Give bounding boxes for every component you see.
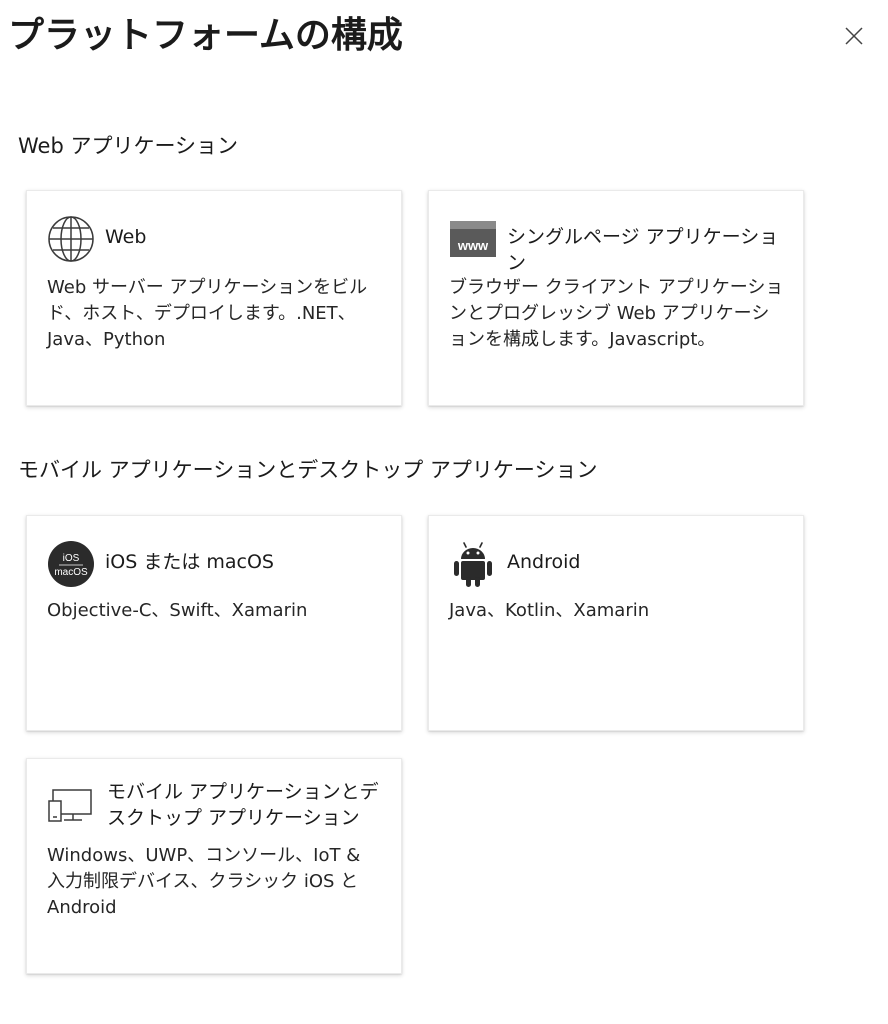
card-title: モバイル アプリケーションとデスクトップ アプリケーション (107, 781, 379, 829)
card-title: シングルページ アプリケーション (507, 226, 779, 274)
desktop-icon (48, 789, 92, 822)
close-icon (845, 27, 863, 45)
panel-title: プラットフォームの構成 (8, 15, 403, 56)
platform-card-web[interactable]: Web Web サーバー アプリケーションをビルド、ホスト、デプロイします。.N… (26, 190, 402, 406)
platform-card-android[interactable]: Android Java、Kotlin、Xamarin (428, 515, 804, 731)
svg-text:macOS: macOS (54, 567, 88, 578)
section-heading-web: Web アプリケーション (18, 134, 239, 158)
www-icon: www (450, 221, 496, 257)
card-description: Java、Kotlin、Xamarin (449, 600, 650, 621)
close-button[interactable] (838, 20, 870, 52)
card-description: Objective-C、Swift、Xamarin (47, 600, 308, 621)
globe-icon (48, 216, 94, 262)
platform-card-mobile-desktop[interactable]: モバイル アプリケーションとデスクトップ アプリケーション Windows、UW… (26, 758, 402, 974)
card-description: Windows、UWP、コンソール、IoT & 入力制限デバイス、クラシック i… (47, 845, 361, 918)
svg-text:iOS: iOS (63, 553, 80, 564)
platform-card-ios-macos[interactable]: iOS macOS iOS または macOS Objective-C、Swif… (26, 515, 402, 731)
card-title: Web (105, 226, 147, 248)
card-title: iOS または macOS (105, 551, 274, 573)
card-description: ブラウザー クライアント アプリケーションとプログレッシブ Web アプリケーシ… (449, 277, 784, 350)
svg-text:www: www (457, 238, 489, 253)
card-description: Web サーバー アプリケーションをビルド、ホスト、デプロイします。.NET、J… (47, 277, 368, 350)
android-icon (454, 542, 492, 587)
card-title: Android (507, 551, 581, 573)
platform-card-spa[interactable]: www シングルページ アプリケーション ブラウザー クライアント アプリケーシ… (428, 190, 804, 406)
ios-macos-icon: iOS macOS (48, 541, 94, 587)
section-heading-mobile-desktop: モバイル アプリケーションとデスクトップ アプリケーション (18, 458, 598, 482)
